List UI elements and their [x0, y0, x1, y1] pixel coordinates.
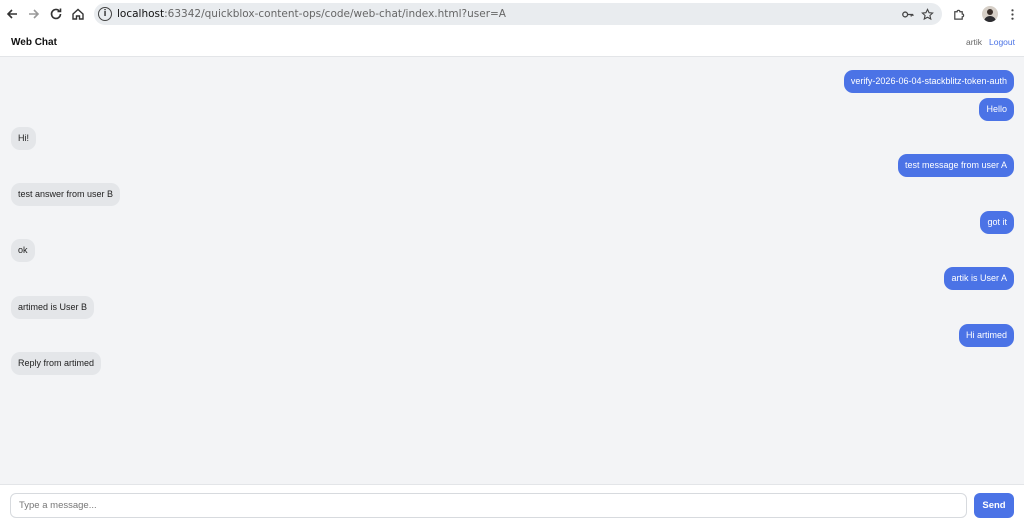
send-button[interactable]: Send: [974, 493, 1014, 518]
back-arrow-icon[interactable]: [4, 6, 20, 22]
browser-toolbar: i localhost:63342/quickblox-content-ops/…: [0, 0, 1024, 28]
logout-link[interactable]: Logout: [989, 37, 1015, 47]
message-composer: Send: [0, 484, 1024, 524]
outgoing-message: Hi artimed: [958, 324, 1014, 347]
current-user-name: artik: [966, 37, 983, 47]
profile-avatar-icon[interactable]: [982, 6, 998, 22]
incoming-message: ok: [11, 239, 35, 262]
incoming-message: Hi!: [11, 127, 36, 150]
app-title: Web Chat: [11, 37, 57, 48]
forward-arrow-icon[interactable]: [26, 6, 42, 22]
url-host: localhost: [117, 8, 165, 20]
kebab-menu-icon[interactable]: [1004, 6, 1020, 22]
url-path: :63342/quickblox-content-ops/code/web-ch…: [164, 8, 506, 20]
reload-icon[interactable]: [48, 6, 64, 22]
app-header: Web Chat artik Logout: [0, 28, 1024, 57]
incoming-message: artimed is User B: [11, 296, 95, 319]
message-list[interactable]: verify-2026-06-04-stackblitz-token-auth …: [0, 57, 1024, 484]
url-text[interactable]: localhost:63342/quickblox-content-ops/co…: [117, 8, 506, 20]
outgoing-message: verify-2026-06-04-stackblitz-token-auth: [843, 70, 1014, 93]
outgoing-message: artik is User A: [944, 267, 1014, 290]
outgoing-message: got it: [980, 211, 1014, 234]
address-bar[interactable]: i localhost:63342/quickblox-content-ops/…: [94, 3, 942, 25]
message-input[interactable]: [10, 493, 967, 518]
extensions-puzzle-icon[interactable]: [950, 6, 966, 22]
key-icon[interactable]: [900, 7, 914, 21]
incoming-message: Reply from artimed: [11, 352, 102, 375]
home-icon[interactable]: [70, 6, 86, 22]
outgoing-message: Hello: [979, 98, 1014, 121]
incoming-message: test answer from user B: [11, 183, 121, 206]
bookmark-star-icon[interactable]: [920, 7, 934, 21]
outgoing-message: test message from user A: [897, 154, 1014, 177]
site-info-icon[interactable]: i: [98, 7, 112, 21]
